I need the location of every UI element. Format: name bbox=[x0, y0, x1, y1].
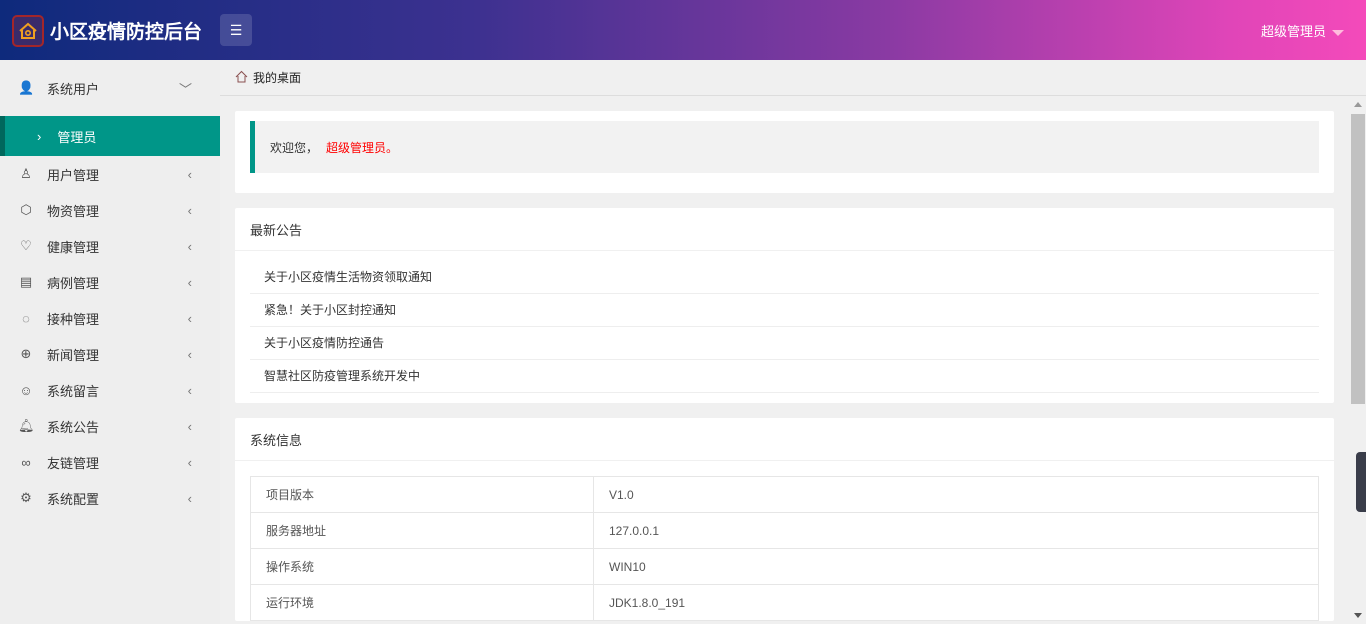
sidebar-item[interactable]: ▤ 病例管理 ‹ bbox=[0, 264, 220, 300]
chevron-left-icon: ‹ bbox=[187, 238, 192, 254]
notice-item[interactable]: 智慧社区防疫管理系统开发中 bbox=[250, 360, 1319, 393]
menu-toggle-button[interactable]: ☰ bbox=[220, 14, 252, 46]
chevron-left-icon: ‹ bbox=[187, 346, 192, 362]
sidebar-item-system-users[interactable]: 👤 系统用户 ﹀ bbox=[0, 60, 220, 116]
welcome-user: 超级管理员。 bbox=[326, 140, 399, 155]
system-info-card: 系统信息 项目版本 V1.0 服务器地址 127.0.0.1 操作系统 WIN10 运… bbox=[235, 418, 1334, 621]
row-label: 服务器地址 bbox=[250, 512, 594, 549]
scroll-up-icon[interactable] bbox=[1354, 102, 1362, 107]
home-icon[interactable] bbox=[235, 70, 248, 86]
system-info-table: 项目版本 V1.0 服务器地址 127.0.0.1 操作系统 WIN10 运行环境 JD… bbox=[250, 476, 1319, 621]
sidebar-item[interactable]: ⬡ 物资管理 ‹ bbox=[0, 192, 220, 228]
gear-icon: ⚙ bbox=[20, 490, 32, 505]
welcome-card: 欢迎您， 超级管理员。 bbox=[235, 111, 1334, 193]
chevron-right-icon: › bbox=[37, 128, 42, 144]
row-value: 127.0.0.1 bbox=[593, 512, 1319, 549]
sidebar-item-label: 接种管理 bbox=[47, 311, 100, 327]
list-icon: ▤ bbox=[19, 274, 33, 289]
sidebar-item[interactable]: ∞ 友链管理 ‹ bbox=[0, 444, 220, 480]
sidebar-item[interactable]: ♙ 用户管理 ‹ bbox=[0, 156, 220, 192]
user-outline-icon: ♙ bbox=[20, 166, 32, 181]
sidebar-item-label: 系统配置 bbox=[47, 491, 100, 507]
top-header: 小区疫情防控后台 ☰ 超级管理员 bbox=[0, 0, 1366, 60]
card-title: 系统信息 bbox=[235, 418, 1334, 461]
caret-down-icon bbox=[1332, 29, 1344, 36]
sidebar-subitem-admin[interactable]: › 管理员 bbox=[0, 116, 220, 156]
user-menu[interactable]: 超级管理员 bbox=[1261, 21, 1344, 40]
row-label: 项目版本 bbox=[250, 476, 594, 513]
welcome-text: 欢迎您， bbox=[270, 140, 319, 155]
logo-house-icon bbox=[12, 15, 44, 47]
scroll-down-icon[interactable] bbox=[1354, 613, 1362, 618]
table-row: 服务器地址 127.0.0.1 bbox=[250, 512, 1319, 549]
share-icon: ◌ bbox=[22, 310, 30, 326]
notice-item[interactable]: 紧急！关于小区封控通知 bbox=[250, 294, 1319, 327]
chevron-left-icon: ‹ bbox=[187, 166, 192, 182]
bell-icon: 🔔︎ bbox=[18, 418, 35, 433]
sidebar-item-label: 病例管理 bbox=[47, 275, 100, 291]
chevron-left-icon: ‹ bbox=[187, 274, 192, 290]
welcome-banner: 欢迎您， 超级管理员。 bbox=[250, 121, 1319, 173]
sidebar-item-label: 系统用户 bbox=[47, 81, 100, 97]
user-name: 超级管理员 bbox=[1260, 24, 1326, 39]
table-row: 操作系统 WIN10 bbox=[250, 548, 1319, 585]
face-icon: ☺ bbox=[19, 382, 33, 398]
sidebar-item[interactable]: ⚙ 系统配置 ‹ bbox=[0, 480, 220, 516]
row-value: V1.0 bbox=[593, 476, 1319, 513]
sidebar-item[interactable]: ⊕ 新闻管理 ‹ bbox=[0, 336, 220, 372]
row-value: WIN10 bbox=[593, 548, 1319, 585]
table-row: 项目版本 V1.0 bbox=[250, 476, 1319, 513]
chevron-down-icon: ﹀ bbox=[178, 81, 192, 97]
scrollbar-thumb[interactable] bbox=[1351, 114, 1365, 404]
sidebar-item[interactable]: ◌ 接种管理 ‹ bbox=[0, 300, 220, 336]
side-drawer-handle[interactable] bbox=[1356, 452, 1366, 512]
heart-icon: ♡ bbox=[20, 238, 32, 253]
table-row: 运行环境 JDK1.8.0_191 bbox=[250, 584, 1319, 621]
notice-item[interactable]: 关于小区疫情生活物资领取通知 bbox=[250, 261, 1319, 294]
hamburger-icon: ☰ bbox=[229, 21, 243, 38]
chevron-left-icon: ‹ bbox=[187, 454, 192, 470]
box-icon: ⬡ bbox=[20, 202, 32, 217]
app-title: 小区疫情防控后台 bbox=[50, 22, 203, 43]
sidebar-item-label: 新闻管理 bbox=[47, 347, 100, 363]
notices-card: 最新公告 关于小区疫情生活物资领取通知 紧急！关于小区封控通知 关于小区疫情防控… bbox=[235, 208, 1334, 403]
user-icon: 👤 bbox=[18, 80, 35, 95]
sidebar-item-label: 管理员 bbox=[57, 129, 97, 145]
sidebar-item-label: 健康管理 bbox=[47, 239, 100, 255]
chevron-left-icon: ‹ bbox=[187, 418, 192, 434]
sidebar-item-label: 物资管理 bbox=[47, 203, 100, 219]
chevron-left-icon: ‹ bbox=[187, 490, 192, 506]
link-icon: ∞ bbox=[21, 454, 31, 470]
row-label: 操作系统 bbox=[250, 548, 594, 585]
row-label: 运行环境 bbox=[250, 584, 594, 621]
notice-item[interactable]: 关于小区疫情防控通告 bbox=[250, 327, 1319, 360]
breadcrumb-current[interactable]: 我的桌面 bbox=[253, 69, 301, 86]
vertical-scrollbar[interactable] bbox=[1350, 96, 1366, 624]
breadcrumb: 我的桌面 bbox=[220, 60, 1366, 96]
sidebar-item-label: 系统公告 bbox=[47, 419, 100, 435]
row-value: JDK1.8.0_191 bbox=[593, 584, 1319, 621]
sidebar-item-label: 友链管理 bbox=[47, 455, 100, 471]
chevron-left-icon: ‹ bbox=[187, 382, 192, 398]
sidebar-item[interactable]: ♡ 健康管理 ‹ bbox=[0, 228, 220, 264]
sidebar-item-label: 系统留言 bbox=[47, 383, 100, 399]
chevron-left-icon: ‹ bbox=[187, 310, 192, 326]
globe-icon: ⊕ bbox=[20, 346, 32, 361]
sidebar: 👤 系统用户 ﹀ › 管理员 ♙ 用户管理 ‹ ⬡ 物资管理 ‹ ♡ 健康管理 ‹ ▤ 病例管理 ‹ ◌… bbox=[0, 60, 220, 624]
chevron-left-icon: ‹ bbox=[187, 202, 192, 218]
sidebar-item[interactable]: ☺ 系统留言 ‹ bbox=[0, 372, 220, 408]
sidebar-item-label: 用户管理 bbox=[47, 167, 100, 183]
card-title: 最新公告 bbox=[235, 208, 1334, 251]
sidebar-item[interactable]: 🔔︎ 系统公告 ‹ bbox=[0, 408, 220, 444]
